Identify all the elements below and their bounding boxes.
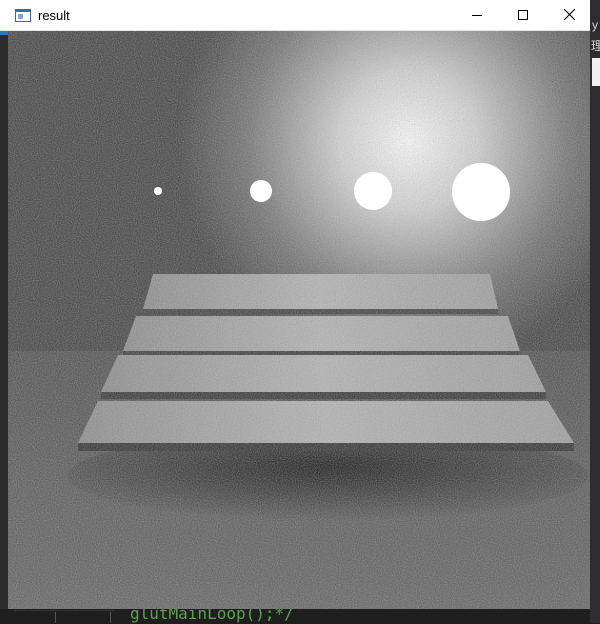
- rendered-scene: [8, 31, 590, 609]
- window-title: result: [38, 8, 70, 23]
- sphere-1-core: [154, 187, 162, 195]
- sphere-2-core: [250, 180, 272, 202]
- ide-right-char-2: 理: [591, 39, 600, 53]
- app-window-icon: [15, 9, 31, 22]
- maximize-icon: [518, 7, 528, 25]
- ide-right-char: y: [592, 18, 598, 32]
- ide-gutter-separator: [55, 612, 56, 623]
- focus-edge: [0, 31, 8, 35]
- close-icon: [563, 7, 575, 25]
- sphere-4-core: [452, 163, 510, 221]
- minimize-button[interactable]: [454, 0, 500, 31]
- maximize-button[interactable]: [500, 0, 546, 31]
- ide-gutter: [14, 610, 114, 624]
- result-window[interactable]: result: [0, 0, 590, 609]
- render-viewport[interactable]: [8, 31, 590, 609]
- ide-right-strip: [590, 0, 600, 623]
- ide-right-panel: [592, 58, 600, 86]
- render-noise: [8, 31, 590, 609]
- close-button[interactable]: [546, 0, 592, 31]
- sphere-3-core: [354, 172, 392, 210]
- title-bar[interactable]: result: [0, 0, 590, 31]
- ide-gutter-separator: [110, 612, 111, 623]
- minimize-icon: [472, 7, 482, 25]
